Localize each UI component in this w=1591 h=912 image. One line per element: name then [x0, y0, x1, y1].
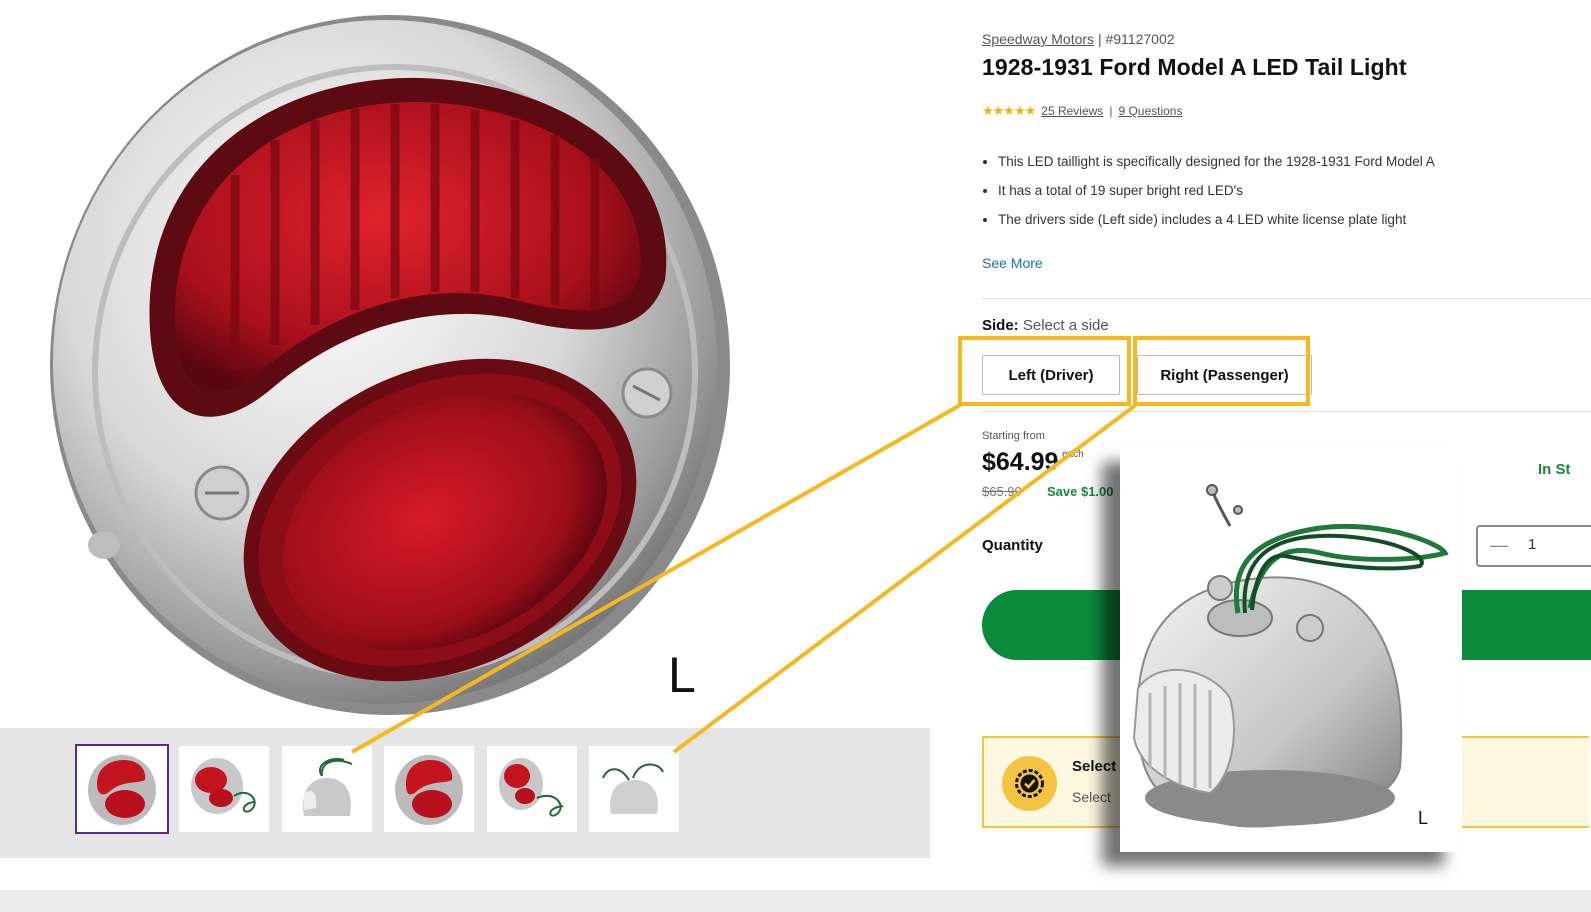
zoom-preview-popup: L	[1120, 448, 1462, 852]
badge-check-icon	[1002, 756, 1057, 811]
tail-light-photo	[50, 15, 730, 715]
thumb-front-right-image	[395, 755, 463, 825]
quantity-label: Quantity	[982, 537, 1043, 554]
notice-title: Select	[1072, 758, 1117, 775]
price-unit: each	[1062, 449, 1084, 460]
feature-item: It has a total of 19 super bright red LE…	[998, 181, 1435, 210]
reviews-link[interactable]: 25 Reviews	[1041, 104, 1103, 118]
rating-row: ★★★★★ 25 Reviews | 9 Questions	[982, 103, 1182, 119]
questions-link[interactable]: 9 Questions	[1118, 104, 1182, 118]
rating-stars-icon[interactable]: ★★★★★	[982, 103, 1036, 119]
quantity-stepper: —	[1476, 525, 1591, 567]
quantity-input[interactable]	[1526, 535, 1570, 554]
thumbnail-6[interactable]	[589, 746, 679, 832]
main-product-image[interactable]: L	[0, 0, 930, 728]
left-driver-button[interactable]: Left (Driver)	[982, 355, 1120, 395]
minus-icon[interactable]: —	[1490, 535, 1508, 556]
divider	[982, 298, 1591, 299]
product-gallery: L	[0, 0, 930, 912]
feature-list: This LED taillight is specifically desig…	[982, 152, 1435, 239]
feature-item: The drivers side (Left side) includes a …	[998, 210, 1435, 239]
brand-line: Speedway Motors | #91127002	[982, 31, 1175, 47]
zoom-preview-image	[1132, 484, 1449, 828]
product-title: 1928-1931 Ford Model A LED Tail Light	[982, 54, 1407, 80]
see-more-link[interactable]: See More	[982, 255, 1043, 271]
savings-badge: Save $1.00	[1047, 484, 1114, 499]
side-label: Side:	[982, 317, 1019, 334]
starting-from-label: Starting from	[982, 430, 1045, 442]
part-number: #91127002	[1105, 31, 1175, 47]
side-placeholder: Select a side	[1022, 317, 1109, 334]
divider	[982, 411, 1591, 412]
footer-bar	[0, 890, 1591, 912]
price: $64.99	[982, 448, 1059, 476]
brand-separator: |	[1097, 31, 1102, 47]
thumb-back-right-image	[602, 763, 664, 814]
right-passenger-button[interactable]: Right (Passenger)	[1137, 355, 1312, 395]
thumbnail-3[interactable]	[282, 746, 372, 832]
popup-side-letter: L	[1418, 808, 1429, 828]
thumbnail-4[interactable]	[384, 746, 474, 832]
thumbnail-1[interactable]	[75, 744, 169, 834]
thumb-angle-right-image	[499, 758, 564, 817]
thumbnail-2[interactable]	[179, 746, 269, 832]
side-selector-label: Side: Select a side	[982, 317, 1109, 334]
old-price: $65.99	[982, 484, 1022, 499]
notice-text: Select	[1072, 789, 1111, 805]
thumbnail-strip	[0, 728, 930, 858]
brand-link[interactable]: Speedway Motors	[982, 31, 1094, 47]
thumb-front-left-image	[88, 755, 156, 825]
feature-item: This LED taillight is specifically desig…	[998, 152, 1435, 181]
rating-divider: |	[1109, 104, 1113, 118]
stock-status: In St	[1538, 461, 1571, 478]
thumb-angle-image	[191, 758, 256, 814]
side-letter: L	[668, 647, 696, 703]
thumbnail-5[interactable]	[487, 746, 577, 832]
thumb-back-image	[303, 758, 353, 816]
